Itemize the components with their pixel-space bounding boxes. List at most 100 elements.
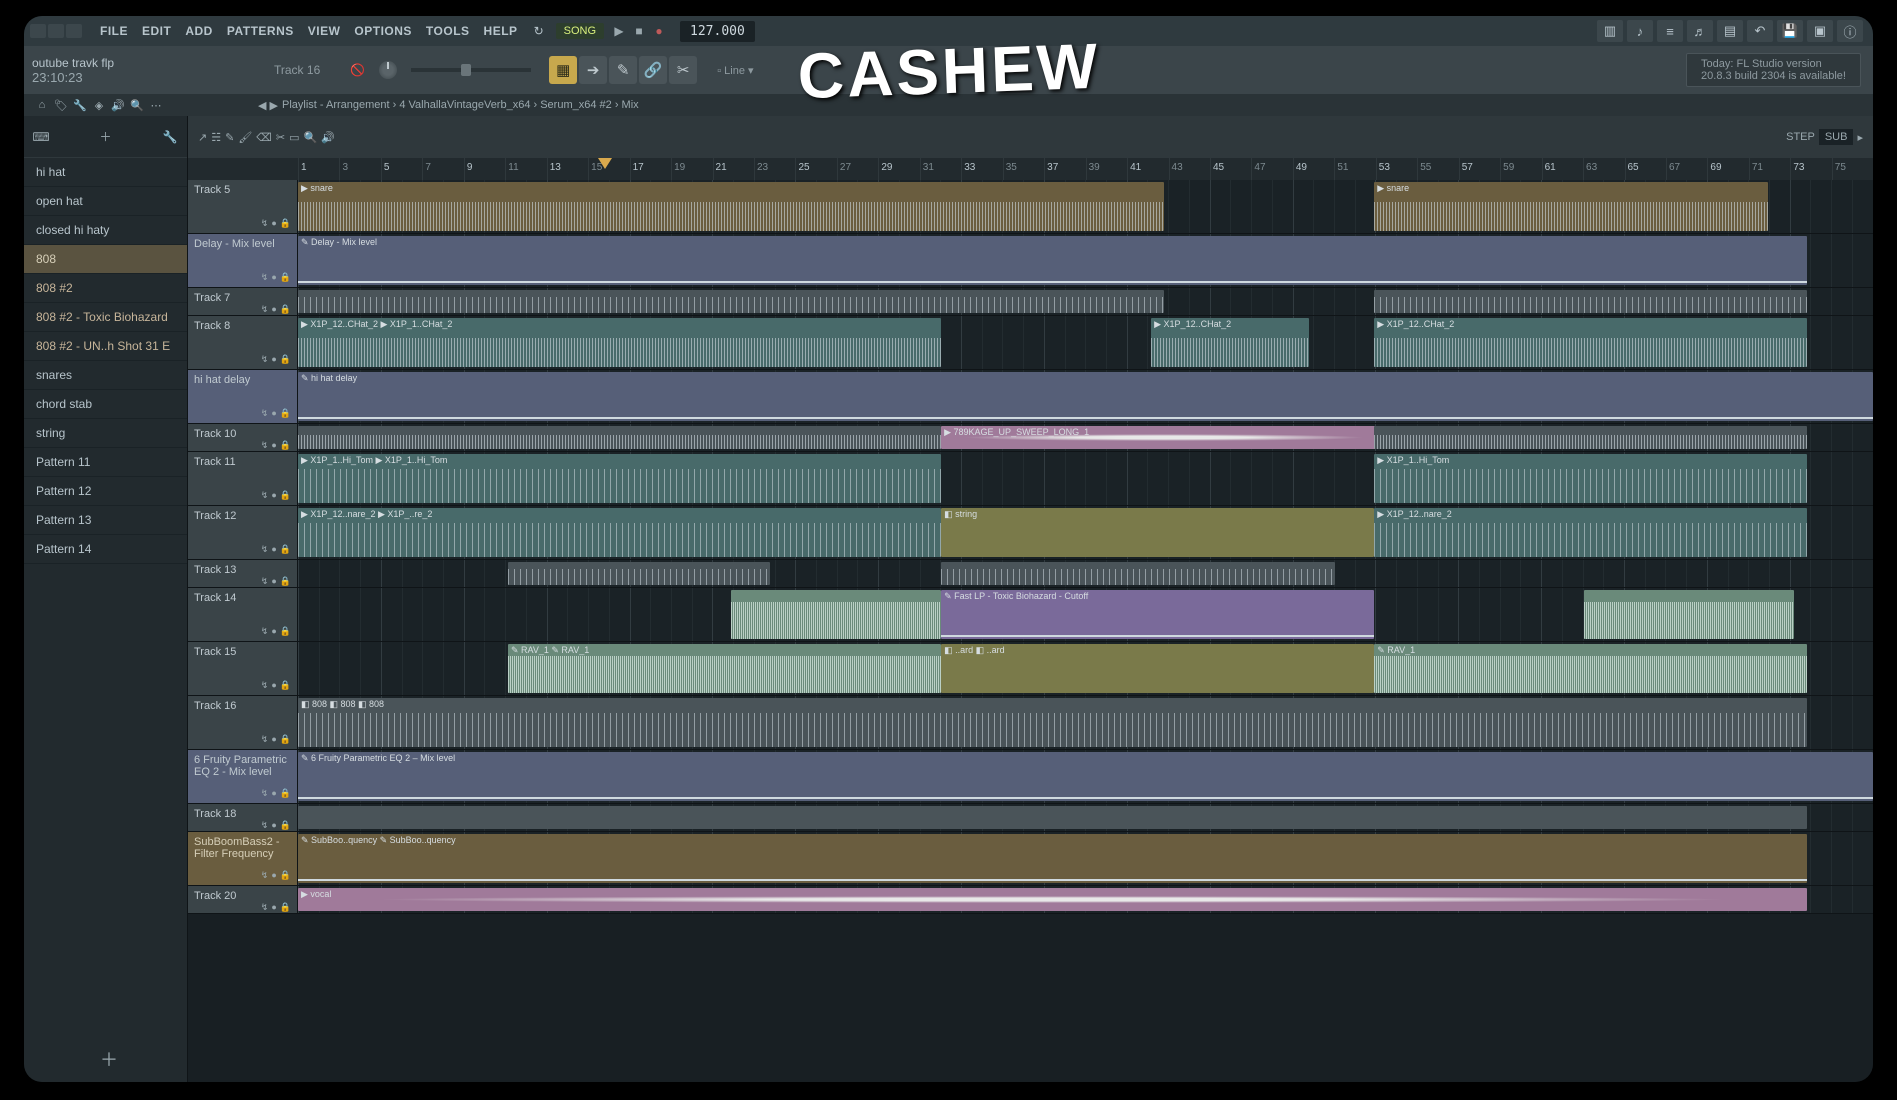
clip[interactable] [298, 290, 1164, 313]
transport-controls[interactable]: ▶ ■ ● [612, 24, 666, 38]
render-icon[interactable]: ▣ [1807, 20, 1833, 42]
bar-tick[interactable]: 75 [1832, 158, 1873, 180]
bar-tick[interactable]: 7 [422, 158, 463, 180]
track-lane[interactable]: ✎ Fast LP - Toxic Biohazard - Cutoff [298, 588, 1873, 641]
mute-dot-icon[interactable]: ● [271, 734, 276, 745]
view-channel-icon[interactable]: ≡ [1657, 20, 1683, 42]
clip[interactable] [298, 426, 941, 449]
play-icon[interactable]: ▶ [612, 24, 626, 38]
track-lane[interactable]: ✎ hi hat delay [298, 370, 1873, 423]
track-header[interactable]: Track 18↯●🔒 [188, 804, 298, 831]
mute-dot-icon[interactable]: ● [271, 304, 276, 315]
track-lane[interactable]: ✎ RAV_1 ✎ RAV_1◧ ..ard ◧ ..ard✎ RAV_1 [298, 642, 1873, 695]
bar-tick[interactable]: 9 [464, 158, 505, 180]
pattern-item[interactable]: chord stab [24, 390, 187, 419]
undo-icon[interactable]: ↶ [1747, 20, 1773, 42]
menu-patterns[interactable]: PATTERNS [221, 24, 300, 38]
bar-tick[interactable]: 63 [1583, 158, 1624, 180]
mute-dot-icon[interactable]: ● [271, 870, 276, 881]
track-header[interactable]: Track 16↯●🔒 [188, 696, 298, 749]
track-lane[interactable]: ▶ snare ▶ snare [298, 180, 1873, 233]
track-header[interactable]: Track 12↯●🔒 [188, 506, 298, 559]
bar-tick[interactable]: 43 [1169, 158, 1210, 180]
clip[interactable]: ✎ hi hat delay [298, 372, 1873, 421]
menu-edit[interactable]: EDIT [136, 24, 177, 38]
automation-icon[interactable]: ↯ [261, 490, 269, 501]
clip[interactable]: ▶ snare [1374, 182, 1768, 231]
automation-icon[interactable]: ↯ [261, 304, 269, 315]
automation-icon[interactable]: ↯ [261, 902, 269, 913]
track-lane[interactable]: ▶ X1P_12..nare_2 ▶ X1P_..re_2◧ string▶ X… [298, 506, 1873, 559]
track-header[interactable]: Track 11↯●🔒 [188, 452, 298, 505]
bar-tick[interactable]: 69 [1707, 158, 1748, 180]
bar-tick[interactable]: 13 [547, 158, 588, 180]
window-buttons[interactable] [24, 24, 94, 38]
track-lane[interactable]: ✎ Delay - Mix level [298, 234, 1873, 287]
bar-tick[interactable]: 33 [961, 158, 1002, 180]
plus-icon[interactable]: ＋ [97, 128, 115, 146]
automation-icon[interactable]: ↯ [261, 576, 269, 587]
track-header[interactable]: Track 13↯●🔒 [188, 560, 298, 587]
pattern-item[interactable]: string [24, 419, 187, 448]
more-icon[interactable]: ⋯ [148, 97, 164, 113]
clip[interactable]: ◧ string [941, 508, 1374, 557]
pattern-item[interactable]: closed hi haty [24, 216, 187, 245]
keyboard-icon[interactable]: ⌨ [32, 128, 50, 146]
pattern-item[interactable]: 808 #2 - Toxic Biohazard [24, 303, 187, 332]
lock-icon[interactable]: 🔒 [280, 218, 291, 229]
clip[interactable]: ✎ RAV_1 [1374, 644, 1807, 693]
automation-icon[interactable]: ↯ [261, 218, 269, 229]
clip[interactable]: ◧ 808 ◧ 808 ◧ 808 [298, 698, 1807, 747]
track-header[interactable]: SubBoomBass2 - Filter Frequency↯●🔒 [188, 832, 298, 885]
paint-icon[interactable]: ✎ [609, 56, 637, 84]
toolbar-right[interactable]: ▥ ♪ ≡ ♬ ▤ ↶ 💾 ▣ ⓘ [1597, 20, 1873, 42]
bar-tick[interactable]: 3 [339, 158, 380, 180]
clip[interactable]: ▶ snare [298, 182, 1164, 231]
menu-tools[interactable]: TOOLS [420, 24, 476, 38]
menu-items[interactable]: FILEEDITADDPATTERNSVIEWOPTIONSTOOLSHELP [94, 24, 524, 38]
automation-icon[interactable]: ↯ [261, 354, 269, 365]
automation-icon[interactable]: ↯ [261, 820, 269, 831]
automation-icon[interactable]: ↯ [261, 626, 269, 637]
volume-knob[interactable] [379, 61, 397, 79]
track-header[interactable]: 6 Fruity Parametric EQ 2 - Mix level↯●🔒 [188, 750, 298, 803]
lock-icon[interactable]: 🔒 [280, 734, 291, 745]
menu-help[interactable]: HELP [478, 24, 524, 38]
pattern-item[interactable]: Pattern 14 [24, 535, 187, 564]
view-browser-icon[interactable]: ▤ [1717, 20, 1743, 42]
clip[interactable] [1374, 290, 1807, 313]
bar-tick[interactable]: 61 [1542, 158, 1583, 180]
mute-dot-icon[interactable]: ● [271, 902, 276, 913]
track-lane[interactable]: ▶ vocal [298, 886, 1873, 913]
track-header[interactable]: Track 10↯●🔒 [188, 424, 298, 451]
lock-icon[interactable]: 🔒 [280, 680, 291, 691]
arrow-tool-icon[interactable]: ↗ [198, 131, 207, 144]
pattern-item[interactable]: 808 #2 - UN..h Shot 31 E [24, 332, 187, 361]
bar-tick[interactable]: 51 [1334, 158, 1375, 180]
bar-tick[interactable]: 65 [1625, 158, 1666, 180]
clip[interactable]: ✎ SubBoo..quency ✎ SubBoo..quency [298, 834, 1807, 883]
record-icon[interactable]: ● [652, 24, 666, 38]
track-lane[interactable] [298, 288, 1873, 315]
lock-icon[interactable]: 🔒 [280, 354, 291, 365]
lock-icon[interactable]: 🔒 [280, 544, 291, 555]
track-lane[interactable]: ▶ X1P_1..Hi_Tom ▶ X1P_1..Hi_Tom▶ X1P_1..… [298, 452, 1873, 505]
clip[interactable]: ◧ ..ard ◧ ..ard [941, 644, 1374, 693]
volume-slider[interactable] [411, 68, 531, 72]
automation-icon[interactable]: ↯ [261, 680, 269, 691]
bar-tick[interactable]: 41 [1127, 158, 1168, 180]
wrench-icon[interactable]: 🔧 [161, 128, 179, 146]
bar-tick[interactable]: 59 [1500, 158, 1541, 180]
playlist-toolbar[interactable]: ↗ ☵ ✎ 🖌 ⌫ ✂ ▭ 🔍 🔊 STEP SUB ▸ [188, 116, 1873, 158]
automation-icon[interactable]: ↯ [261, 272, 269, 283]
timeline-ruler[interactable]: 1357911131517192123252729313335373941434… [188, 158, 1873, 180]
bar-tick[interactable]: 47 [1251, 158, 1292, 180]
menu-add[interactable]: ADD [179, 24, 219, 38]
breadcrumb-play-icon[interactable]: ◀ ▶ [258, 99, 278, 112]
lock-icon[interactable]: 🔒 [280, 626, 291, 637]
song-pat-toggle[interactable]: SONG [556, 23, 604, 39]
track-header[interactable]: Track 14↯●🔒 [188, 588, 298, 641]
lock-icon[interactable]: 🔒 [280, 902, 291, 913]
bar-tick[interactable]: 73 [1790, 158, 1831, 180]
tool-icon[interactable]: 🔧 [72, 97, 88, 113]
